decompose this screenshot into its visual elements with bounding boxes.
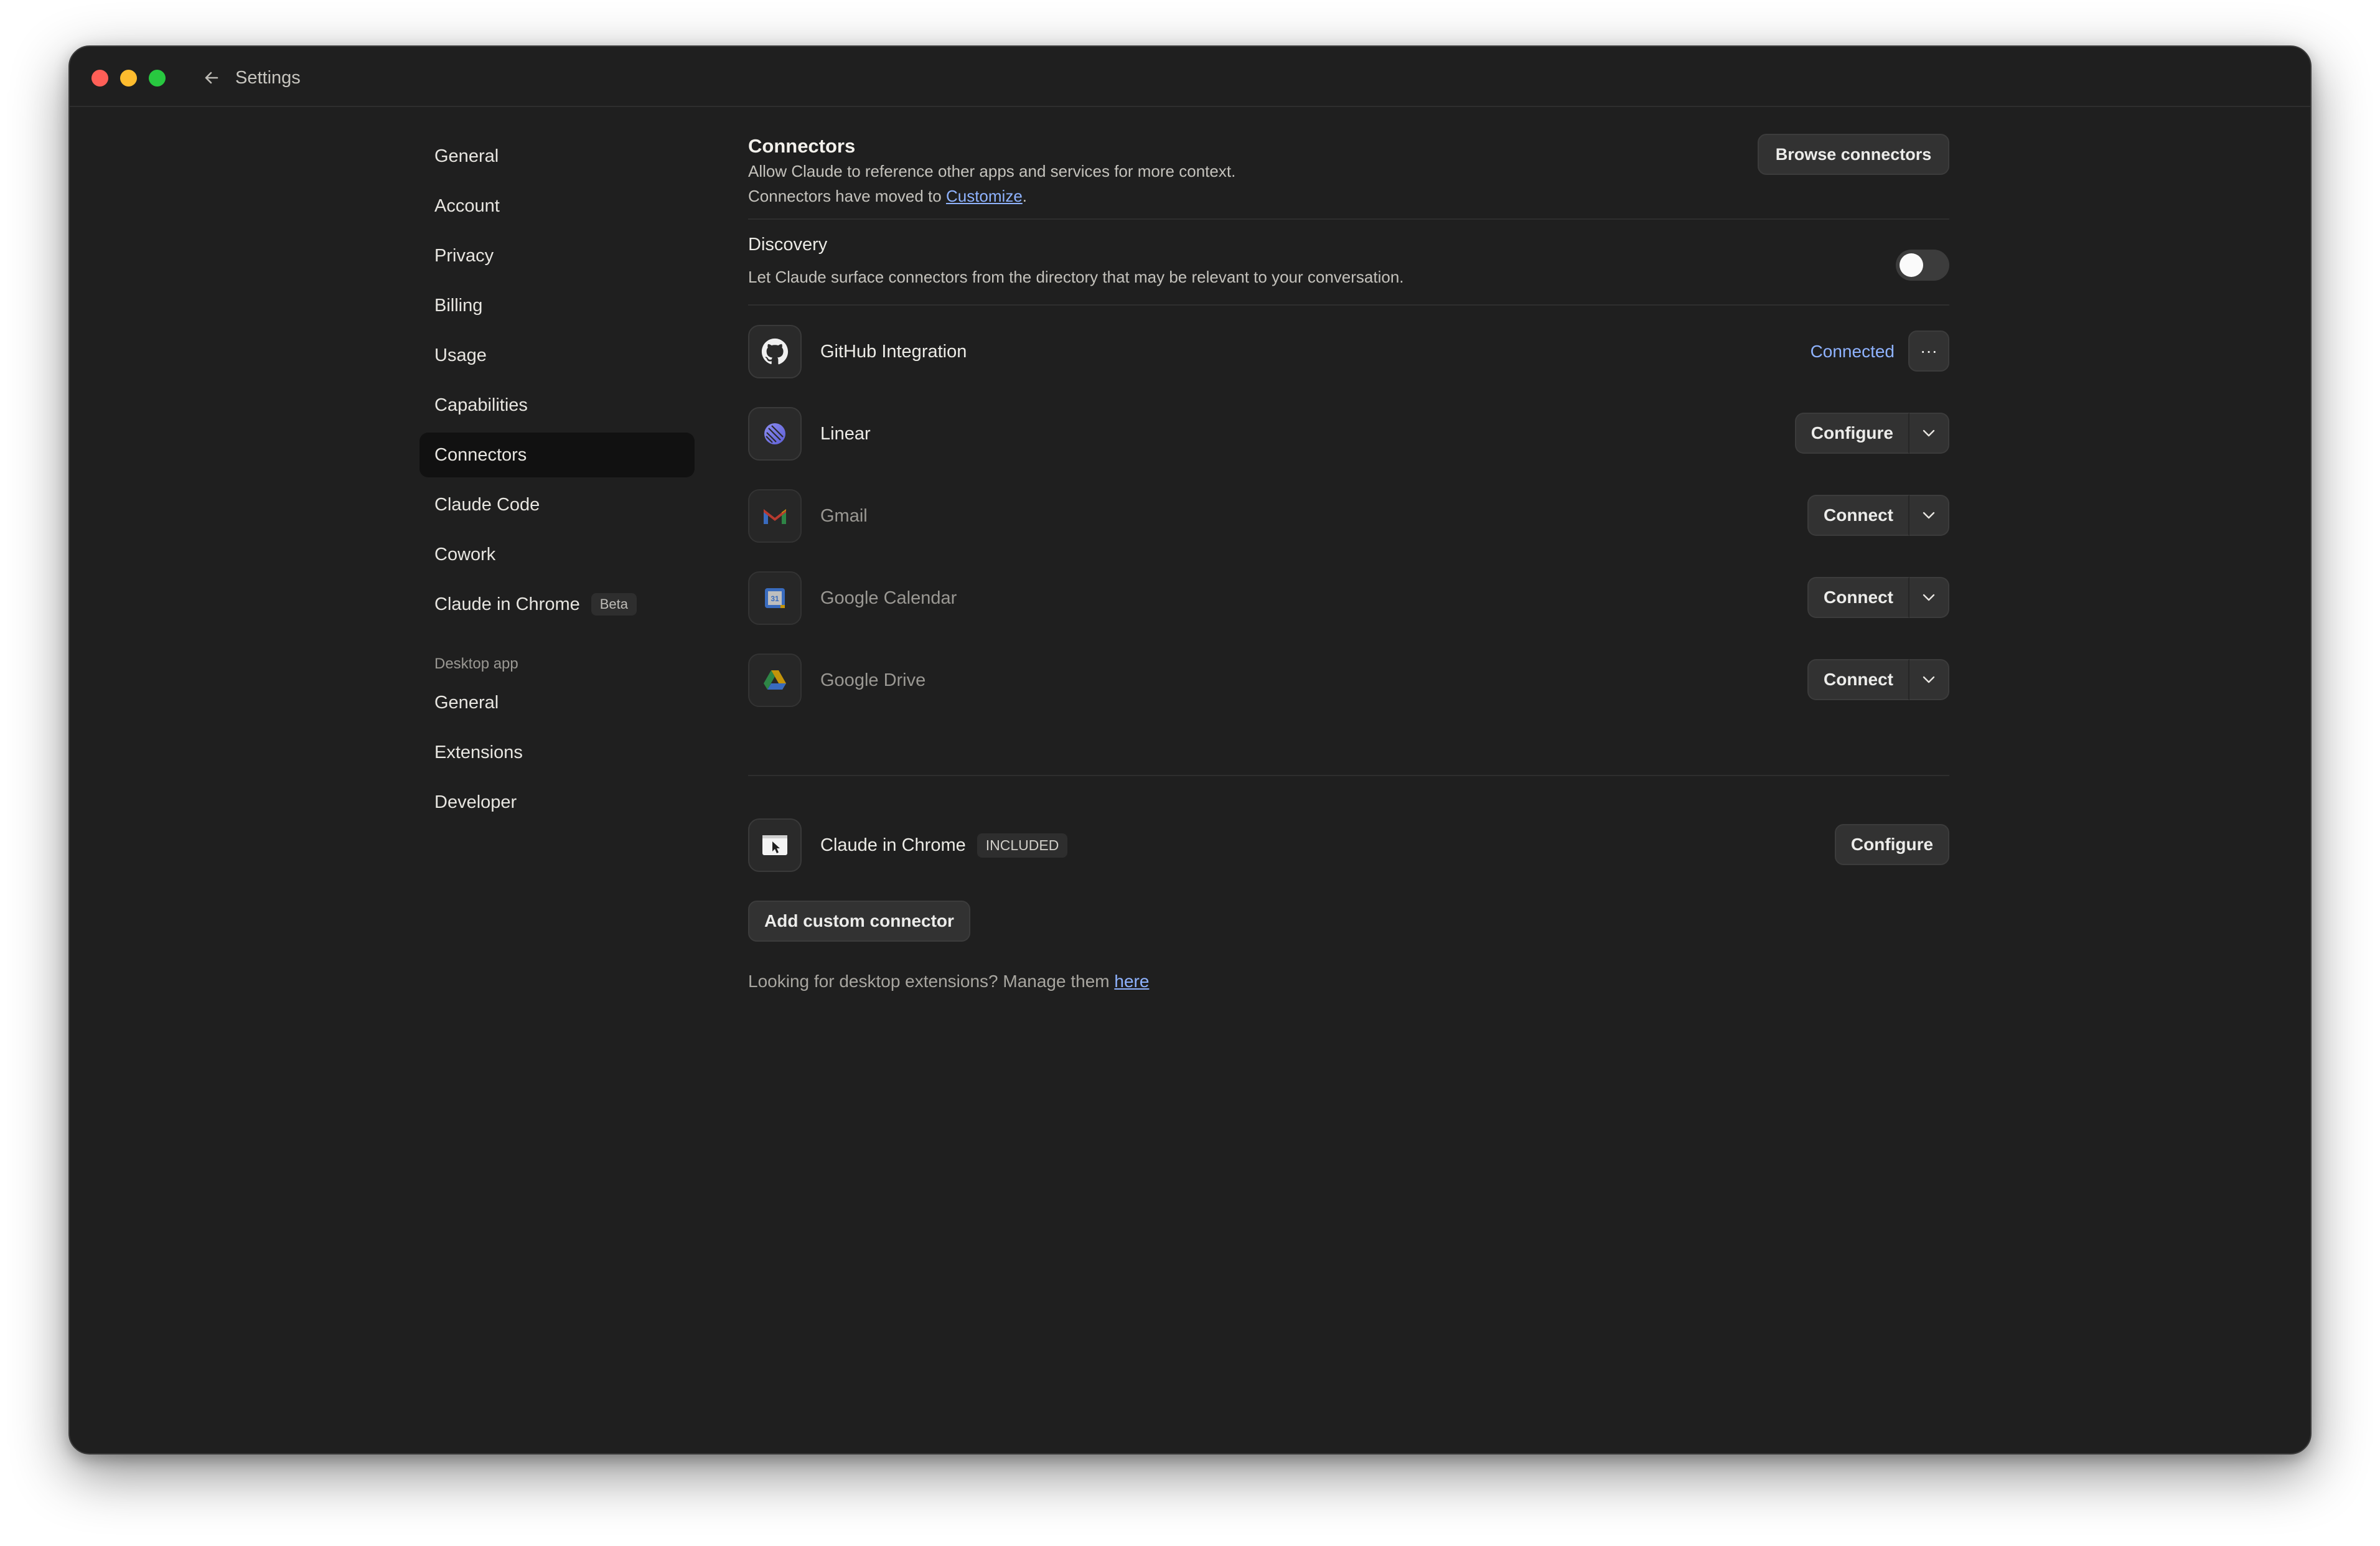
discovery-description: Let Claude surface connectors from the d… xyxy=(748,268,1404,286)
discovery-toggle[interactable] xyxy=(1896,250,1949,281)
connect-button[interactable]: Connect xyxy=(1807,659,1909,700)
minimize-window-button[interactable] xyxy=(120,70,137,87)
add-custom-connector-button[interactable]: Add custom connector xyxy=(748,901,970,942)
sidebar-item-connectors[interactable]: Connectors xyxy=(419,433,695,477)
github-icon xyxy=(748,325,802,378)
window-title: Settings xyxy=(235,68,301,88)
sidebar-item-claude-in-chrome[interactable]: Claude in Chrome Beta xyxy=(419,582,695,627)
connector-name: GitHub Integration xyxy=(820,341,967,362)
sidebar-item-extensions[interactable]: Extensions xyxy=(419,730,695,775)
connect-split-button: Connect xyxy=(1807,659,1949,700)
connector-name: Google Calendar xyxy=(820,588,957,608)
connectors-moved-note: Connectors have moved to Customize. xyxy=(748,187,1028,205)
google-calendar-icon: 31 xyxy=(748,571,802,625)
divider xyxy=(748,775,1949,776)
connect-split-button: Connect xyxy=(1807,495,1949,536)
browse-connectors-button[interactable]: Browse connectors xyxy=(1758,134,1949,175)
settings-window: Settings General Account Privacy Billing… xyxy=(68,45,2312,1455)
sidebar-item-developer[interactable]: Developer xyxy=(419,780,695,825)
sidebar-item-privacy[interactable]: Privacy xyxy=(419,233,695,278)
discovery-setting: Discovery Let Claude surface connectors … xyxy=(748,220,1949,304)
gmail-icon xyxy=(748,489,802,543)
linear-actions: Configure xyxy=(1794,413,1949,455)
google-drive-actions: Connect xyxy=(1800,659,1949,701)
calendar-day-number: 31 xyxy=(771,594,779,603)
connectors-header: Connectors Allow Claude to reference oth… xyxy=(748,134,1949,208)
sidebar-item-cowork[interactable]: Cowork xyxy=(419,532,695,577)
connect-split-button: Connect xyxy=(1807,577,1949,618)
linear-icon xyxy=(748,407,802,461)
sidebar-item-claude-code[interactable]: Claude Code xyxy=(419,482,695,527)
sidebar-item-usage[interactable]: Usage xyxy=(419,333,695,378)
desktop-extensions-note: Looking for desktop extensions? Manage t… xyxy=(748,972,1150,991)
chevron-down-icon[interactable] xyxy=(1909,413,1949,454)
google-drive-icon xyxy=(748,654,802,707)
connector-row-google-drive: Google Drive Connect xyxy=(748,639,1949,721)
connect-button[interactable]: Connect xyxy=(1807,577,1909,618)
title-bar: Settings xyxy=(70,47,2310,107)
connector-name: Claude in Chrome xyxy=(820,835,966,855)
configure-button[interactable]: Configure xyxy=(1794,413,1909,454)
sidebar-item-billing[interactable]: Billing xyxy=(419,283,695,328)
connector-row-claude-in-chrome: Claude in Chrome INCLUDED Configure xyxy=(748,805,1949,886)
desktop-app-section-label: Desktop app xyxy=(434,655,518,672)
discovery-title: Discovery xyxy=(748,235,828,255)
connector-row-github: GitHub Integration Connected ··· xyxy=(748,311,1949,393)
configure-button[interactable]: Configure xyxy=(1835,824,1949,865)
sidebar-item-desktop-general[interactable]: General xyxy=(419,680,695,725)
connector-name: Gmail xyxy=(820,505,868,526)
google-calendar-actions: Connect xyxy=(1800,577,1949,619)
connector-name: Google Drive xyxy=(820,670,926,690)
connector-row-gmail: Gmail Connect xyxy=(748,475,1949,557)
divider xyxy=(748,304,1949,306)
connected-status: Connected xyxy=(1810,342,1895,361)
customize-link[interactable]: Customize xyxy=(946,187,1023,205)
back-arrow-icon[interactable] xyxy=(199,65,224,90)
browser-cursor-icon xyxy=(748,818,802,872)
included-badge: INCLUDED xyxy=(977,833,1068,858)
more-options-button[interactable]: ··· xyxy=(1908,330,1949,372)
connect-button[interactable]: Connect xyxy=(1807,495,1909,536)
chevron-down-icon[interactable] xyxy=(1909,659,1949,700)
settings-sidebar: General Account Privacy Billing Usage Ca… xyxy=(419,134,695,830)
sidebar-item-account[interactable]: Account xyxy=(419,184,695,228)
chevron-down-icon[interactable] xyxy=(1909,495,1949,536)
close-window-button[interactable] xyxy=(91,70,108,87)
connector-row-linear: Linear Configure xyxy=(748,393,1949,475)
sidebar-item-general[interactable]: General xyxy=(419,134,695,179)
github-actions: Connected ··· xyxy=(1750,330,1949,373)
toggle-knob xyxy=(1900,253,1923,277)
configure-split-button: Configure xyxy=(1794,413,1949,454)
beta-badge: Beta xyxy=(591,593,637,616)
manage-extensions-link[interactable]: here xyxy=(1114,972,1149,991)
sidebar-item-capabilities[interactable]: Capabilities xyxy=(419,383,695,428)
connectors-panel: Connectors Allow Claude to reference oth… xyxy=(748,134,1949,994)
connector-name: Linear xyxy=(820,423,871,444)
gmail-actions: Connect xyxy=(1800,495,1949,537)
connector-row-google-calendar: 31 Google Calendar Connect xyxy=(748,557,1949,639)
chevron-down-icon[interactable] xyxy=(1909,577,1949,618)
zoom-window-button[interactable] xyxy=(149,70,166,87)
